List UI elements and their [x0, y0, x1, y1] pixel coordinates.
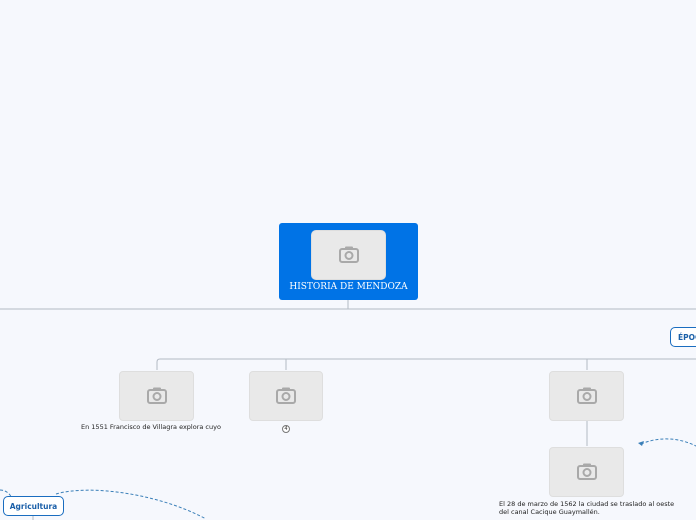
relation-line: [640, 438, 696, 447]
central-image: [311, 230, 386, 280]
node-image-traslado[interactable]: [549, 447, 624, 497]
camera-icon: [338, 246, 359, 263]
central-topic[interactable]: HISTORIA DE MENDOZA: [279, 223, 418, 300]
topic-agricultura[interactable]: Agricultura: [3, 496, 64, 516]
node-villagra-text: En 1551 Francisco de Villagra explora cu…: [81, 423, 221, 431]
mind-map-canvas: HISTORIA DE MENDOZA ÉPOC En 1551 Francis…: [0, 0, 696, 520]
node-image-second[interactable]: [249, 371, 323, 421]
node-image-villagra[interactable]: [119, 371, 194, 421]
node-image-third[interactable]: [549, 371, 624, 421]
collapsed-count-badge[interactable]: 4: [282, 425, 290, 433]
camera-icon: [276, 387, 296, 404]
node-traslado-text: El 28 de marzo de 1562 la ciudad se tras…: [499, 500, 675, 516]
topic-agricultura-label: Agricultura: [9, 501, 58, 511]
camera-icon: [576, 387, 597, 404]
topic-epoca[interactable]: ÉPOC: [670, 327, 696, 347]
camera-icon: [146, 387, 167, 404]
camera-icon: [576, 463, 597, 480]
relation-line: [55, 489, 207, 520]
central-topic-title: HISTORIA DE MENDOZA: [289, 282, 408, 292]
sub-branch-line: [156, 358, 696, 370]
topic-epoca-label: ÉPOC: [678, 332, 696, 342]
